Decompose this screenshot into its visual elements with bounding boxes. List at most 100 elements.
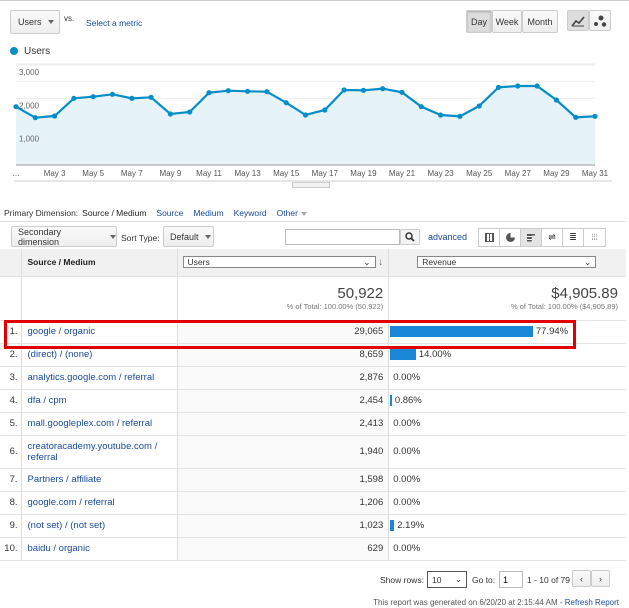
show-rows-select[interactable]: 10 ⌄ bbox=[427, 571, 467, 588]
table-row: 6. creatoracademy.youtube.com / referral… bbox=[0, 435, 626, 469]
users-value: 1,206 bbox=[177, 491, 390, 515]
totals-index bbox=[0, 276, 22, 321]
users-value: 1,598 bbox=[177, 468, 390, 492]
data-point bbox=[206, 90, 212, 96]
data-point bbox=[399, 89, 405, 95]
revenue-pct: 0.00% bbox=[393, 418, 421, 429]
table-row: 10. baidu / organic 629 0.00% bbox=[0, 537, 626, 561]
row-index: 6. bbox=[0, 435, 22, 469]
page-range: 1 - 10 of 79 bbox=[527, 575, 571, 585]
data-point bbox=[71, 95, 77, 101]
row-index: 8. bbox=[0, 491, 22, 515]
day-button[interactable]: Day bbox=[466, 10, 492, 33]
users-metric-select[interactable]: Users ⌄ bbox=[182, 256, 376, 269]
source-medium-link[interactable]: mall.googleplex.com / referral bbox=[21, 412, 178, 436]
chevron-down-icon bbox=[300, 212, 307, 216]
data-point bbox=[90, 94, 96, 100]
x-tick-label: May 19 bbox=[350, 169, 377, 178]
source-medium-link[interactable]: creatoracademy.youtube.com / referral bbox=[21, 435, 178, 469]
table-row: 5. mall.googleplex.com / referral 2,413 … bbox=[0, 412, 626, 436]
dimension-source[interactable]: Source bbox=[156, 208, 183, 218]
highlight-box bbox=[4, 320, 576, 349]
table-row: 9. (not set) / (not set) 1,023 2.19% bbox=[0, 514, 626, 538]
x-tick-label: May 3 bbox=[44, 169, 66, 178]
row-index: 5. bbox=[0, 412, 22, 436]
x-tick-label: May 5 bbox=[82, 169, 104, 178]
revenue-pct: 0.00% bbox=[393, 497, 421, 508]
chevron-down-icon bbox=[47, 20, 54, 24]
revenue-pct: 0.00% bbox=[393, 446, 421, 457]
chevron-down-icon: ⌄ bbox=[454, 574, 462, 584]
row-index: 9. bbox=[0, 514, 22, 538]
motion-chart-button[interactable] bbox=[589, 10, 611, 31]
table-row: 7. Partners / affiliate 1,598 0.00% bbox=[0, 468, 626, 492]
data-point bbox=[264, 89, 270, 95]
users-header-label: Users bbox=[187, 257, 210, 268]
goto-label: Go to: bbox=[472, 575, 496, 585]
pivot-view-button[interactable]: ⦙⦙⦙ bbox=[584, 229, 605, 246]
row-index: 4. bbox=[0, 389, 22, 413]
select-metric-link[interactable]: Select a metric bbox=[86, 18, 142, 28]
source-medium-link[interactable]: dfa / cpm bbox=[21, 389, 178, 413]
legend-dot-icon bbox=[10, 47, 18, 55]
source-medium-link[interactable]: Partners / affiliate bbox=[21, 468, 178, 492]
motion-chart-icon bbox=[594, 15, 607, 27]
sort-descending-icon[interactable]: ↓ bbox=[379, 257, 384, 268]
performance-view-button[interactable] bbox=[521, 229, 542, 246]
prev-page-button[interactable]: ‹ bbox=[572, 570, 591, 587]
data-point bbox=[322, 107, 328, 113]
month-button[interactable]: Month bbox=[522, 10, 558, 33]
secondary-dimension-dropdown[interactable]: Secondary dimension bbox=[11, 226, 117, 247]
revenue-bar bbox=[390, 394, 392, 406]
term-cloud-view-button[interactable]: ≣ bbox=[563, 229, 584, 246]
dimension-other[interactable]: Other bbox=[277, 208, 307, 218]
header-source-medium[interactable]: Source / Medium bbox=[21, 249, 178, 277]
pie-view-button[interactable] bbox=[500, 229, 521, 246]
comparison-view-button[interactable]: ⇌ bbox=[542, 229, 563, 246]
data-point bbox=[187, 109, 193, 115]
search-button[interactable] bbox=[400, 229, 420, 245]
x-tick-label: May 25 bbox=[466, 169, 493, 178]
x-tick-label: May 15 bbox=[273, 169, 300, 178]
next-page-button[interactable]: › bbox=[591, 570, 610, 587]
source-medium-link[interactable]: analytics.google.com / referral bbox=[21, 366, 178, 390]
users-chart: 3,000 2,000 1,000... May 3 May 5 May 7 May 9 Ma… bbox=[13, 63, 612, 182]
revenue-total: $4,905.89 bbox=[551, 285, 618, 302]
x-tick-label: May 13 bbox=[234, 169, 261, 178]
line-chart-button[interactable] bbox=[567, 10, 589, 31]
source-medium-link[interactable]: baidu / organic bbox=[21, 537, 178, 561]
sort-type-dropdown[interactable]: Default bbox=[163, 226, 214, 247]
goto-input[interactable] bbox=[499, 571, 523, 588]
dimension-source-medium[interactable]: Source / Medium bbox=[82, 208, 146, 218]
x-tick-label: May 29 bbox=[543, 169, 570, 178]
secondary-dimension-label: Secondary dimension bbox=[18, 226, 62, 247]
metric-dropdown[interactable]: Users bbox=[10, 10, 60, 34]
revenue-metric-select[interactable]: Revenue ⌄ bbox=[417, 256, 597, 269]
chart-collapse-handle[interactable] bbox=[292, 182, 330, 188]
table-view-button[interactable] bbox=[479, 229, 500, 246]
x-tick-label: May 23 bbox=[427, 169, 454, 178]
data-point bbox=[515, 83, 521, 89]
chevron-down-icon: ⌄ bbox=[363, 256, 371, 267]
users-total-pct: % of Total: 100.00% (50,922) bbox=[286, 302, 384, 311]
dimension-keyword[interactable]: Keyword bbox=[234, 208, 267, 218]
source-medium-link[interactable]: google.com / referral bbox=[21, 491, 178, 515]
advanced-link[interactable]: advanced bbox=[428, 232, 467, 242]
y-tick-label: 2,000 bbox=[19, 101, 40, 110]
source-medium-link[interactable]: (not set) / (not set) bbox=[21, 514, 178, 538]
users-value: 1,940 bbox=[177, 435, 390, 469]
refresh-report-link[interactable]: Refresh Report bbox=[565, 598, 619, 607]
data-point bbox=[302, 112, 309, 118]
week-button[interactable]: Week bbox=[492, 10, 522, 33]
view-switcher: ⇌ ≣ ⦙⦙⦙ bbox=[478, 228, 606, 247]
vs-label: vs. bbox=[64, 14, 75, 23]
users-value: 1,023 bbox=[177, 514, 390, 538]
data-point bbox=[495, 84, 502, 90]
dimension-medium[interactable]: Medium bbox=[193, 208, 223, 218]
table-search-input[interactable] bbox=[285, 229, 400, 245]
chevron-down-icon: ⌄ bbox=[584, 256, 592, 267]
data-point bbox=[573, 114, 579, 120]
x-tick-label: May 27 bbox=[505, 169, 532, 178]
totals-source bbox=[21, 276, 178, 321]
data-point bbox=[534, 83, 540, 89]
